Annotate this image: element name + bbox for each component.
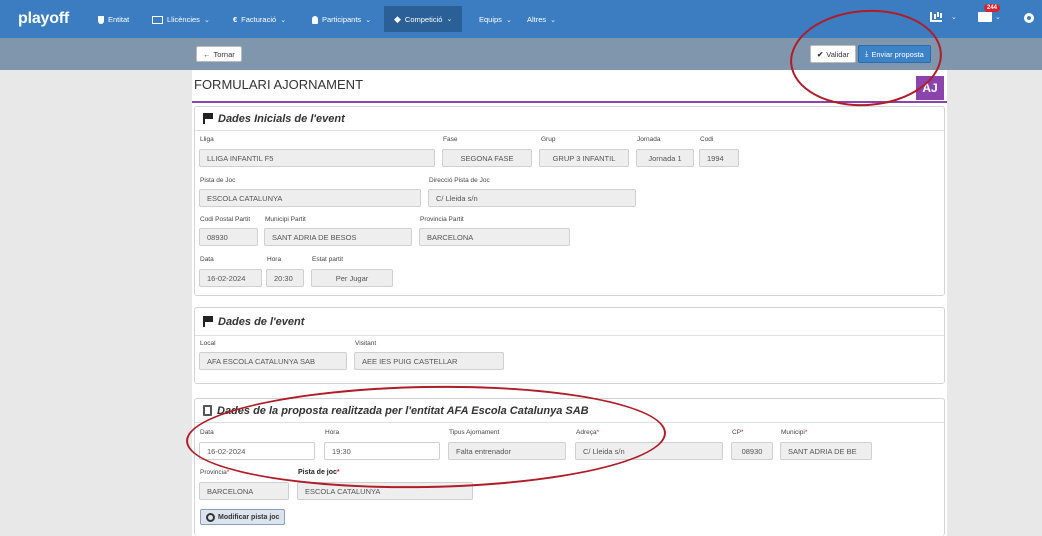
cp-label: Codi Postal Partit (200, 216, 251, 223)
event-data-panel: Dades de l'event (194, 307, 945, 384)
chevron-down-icon: ⌄ (951, 14, 957, 21)
nav-equips[interactable]: Equips ⌄ (479, 15, 512, 24)
cp-field: 08930 (199, 228, 258, 246)
estat-field: Per Jugar (311, 269, 393, 287)
chevron-down-icon: ⌄ (280, 16, 287, 24)
municipi-label: Municipi* (781, 429, 808, 436)
visitant-label: Visitant (355, 340, 377, 347)
flag-icon (203, 113, 213, 124)
page-title: FORMULARI AJORNAMENT (194, 77, 364, 92)
id-card-icon (152, 15, 163, 24)
chevron-down-icon: ⌄ (365, 16, 372, 24)
pista-field: ESCOLA CATALUNYA (199, 189, 421, 207)
euro-icon: € (233, 15, 238, 24)
provincia-label: Provincia* (200, 469, 230, 476)
flag-icon (203, 316, 213, 327)
panel-title: Dades de l'event (218, 315, 305, 328)
arrow-left-icon: ← (203, 49, 211, 59)
direccio-field: C/ Lleida s/n (428, 189, 636, 207)
jornada-field: Jornada 1 (636, 149, 694, 167)
provincia-label: Provincia Partit (420, 216, 464, 223)
lliga-field: LLIGA INFANTIL F5 (199, 149, 435, 167)
panel-title: Dades Inicials de l'event (218, 112, 345, 125)
shield-icon (98, 15, 104, 24)
data-field: 16-02-2024 (199, 269, 262, 287)
envelope-icon (978, 12, 992, 22)
visitant-field: AEE IES PUIG CASTELLAR (354, 352, 504, 370)
data-label: Data (200, 256, 214, 263)
bar-chart-icon (930, 12, 942, 22)
gear-icon[interactable] (1024, 13, 1034, 23)
panel-header: Dades Inicials de l'event (195, 107, 944, 131)
circle-icon (206, 512, 215, 522)
nav-entitat[interactable]: Entitat (98, 15, 129, 24)
document-icon (203, 405, 212, 416)
chevron-down-icon: ⌄ (550, 16, 557, 24)
proposal-municipi-field: SANT ADRIA DE BE (780, 442, 872, 460)
fase-field: SEGONA FASE (442, 149, 532, 167)
nav-competicio[interactable]: ◆ Competició ⌄ (384, 6, 463, 32)
proposal-provincia-field: BARCELONA (199, 482, 289, 500)
nav-participants[interactable]: Participants ⌄ (312, 15, 371, 24)
direccio-label: Direcció Pista de Joc (429, 177, 490, 184)
hora-field: 20:30 (266, 269, 304, 287)
cp-label: CP* (732, 429, 744, 436)
grup-label: Grup (541, 136, 556, 143)
chevron-down-icon: ⌄ (203, 16, 210, 24)
nav-llicencies[interactable]: Llicències ⌄ (152, 15, 210, 24)
user-icon (312, 15, 318, 24)
municipi-field: SANT ADRIA DE BESOS (264, 228, 412, 246)
mail-count-badge: 244 (984, 4, 1001, 12)
nav-altres[interactable]: Altres ⌄ (527, 15, 556, 24)
local-label: Local (200, 340, 216, 347)
codi-label: Codi (700, 136, 714, 143)
estat-label: Estat partit (312, 256, 344, 263)
hora-label: Hora (267, 256, 282, 263)
lliga-label: Lliga (200, 136, 214, 143)
fase-label: Fase (443, 136, 458, 143)
local-field: AFA ESCOLA CATALUNYA SAB (199, 352, 347, 370)
proposal-cp-field: 08930 (731, 442, 773, 460)
municipi-label: Municipi Partit (265, 216, 306, 223)
nav-facturacio[interactable]: € Facturació ⌄ (233, 15, 286, 24)
stats-menu[interactable]: ⌄ (930, 12, 957, 22)
jornada-label: Jornada (637, 136, 661, 143)
mail-menu[interactable]: ⌄ (978, 12, 1001, 22)
ticket-icon: ◆ (394, 13, 401, 24)
grup-field: GRUP 3 INFANTIL (539, 149, 629, 167)
provincia-field: BARCELONA (419, 228, 570, 246)
modify-court-button[interactable]: Modificar pista joc (200, 509, 286, 525)
chevron-down-icon: ⌄ (505, 16, 512, 24)
brand-logo[interactable]: playoff (18, 10, 69, 28)
codi-field: 1994 (699, 149, 739, 167)
chevron-down-icon: ⌄ (446, 16, 453, 23)
chevron-down-icon: ⌄ (995, 14, 1001, 21)
panel-header: Dades de l'event (195, 308, 944, 336)
back-button[interactable]: ← Tornar (196, 46, 242, 62)
pista-label: Pista de Joc (200, 177, 236, 184)
